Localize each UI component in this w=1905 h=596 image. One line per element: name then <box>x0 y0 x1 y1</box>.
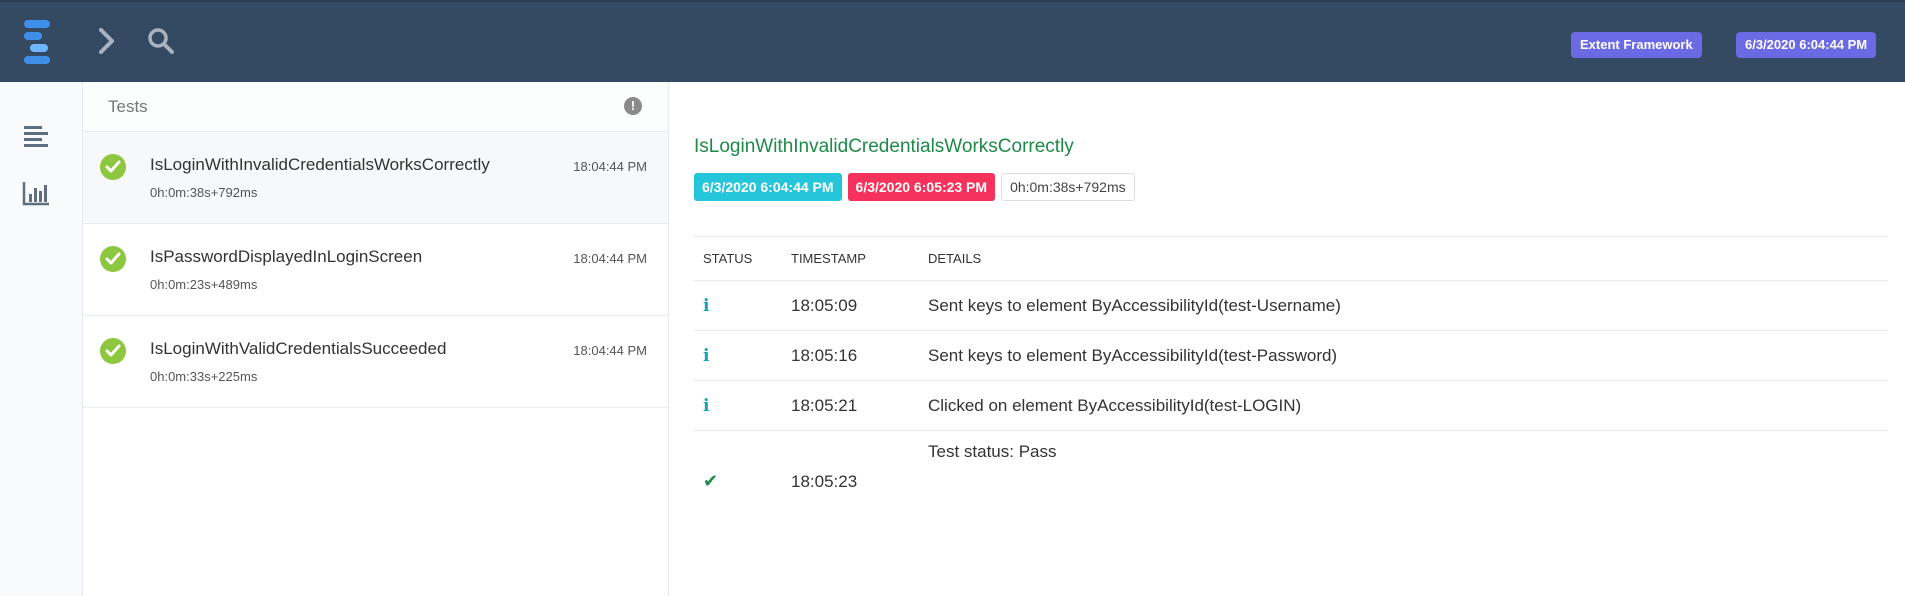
test-list-header: Tests ! <box>83 82 668 132</box>
detail-badges: 6/3/2020 6:04:44 PM 6/3/2020 6:05:23 PM … <box>694 173 1135 201</box>
test-item[interactable]: IsLoginWithInvalidCredentialsWorksCorrec… <box>83 132 668 224</box>
log-details: Sent keys to element ByAccessibilityId(t… <box>919 280 1888 331</box>
column-header-details: DETAILS <box>919 236 1888 281</box>
log-details: Test status: Pass <box>928 441 1057 461</box>
table-row: ✔ 18:05:23 Test status: Pass <box>694 431 1888 505</box>
log-table-header: STATUS TIMESTAMP DETAILS <box>694 236 1888 281</box>
log-details: Sent keys to element ByAccessibilityId(t… <box>919 330 1888 381</box>
side-nav <box>0 82 83 596</box>
test-duration: 0h:0m:33s+225ms <box>150 369 258 384</box>
framework-badge: Extent Framework <box>1571 32 1702 58</box>
pass-check-icon <box>100 338 126 364</box>
column-header-timestamp: TIMESTAMP <box>782 236 919 281</box>
report-date-badge: 6/3/2020 6:04:44 PM <box>1736 32 1877 58</box>
log-timestamp: 18:05:21 <box>782 380 919 431</box>
search-icon[interactable] <box>146 26 176 56</box>
table-row: i 18:05:09 Sent keys to element ByAccess… <box>694 280 1888 331</box>
chart-bar-icon[interactable] <box>22 180 50 206</box>
test-duration: 0h:0m:38s+792ms <box>150 185 258 200</box>
test-name: IsLoginWithInvalidCredentialsWorksCorrec… <box>150 155 490 174</box>
chevron-right-icon[interactable] <box>96 26 118 56</box>
log-table: STATUS TIMESTAMP DETAILS i 18:05:09 Sent… <box>694 236 1888 505</box>
log-details: Clicked on element ByAccessibilityId(tes… <box>919 380 1888 431</box>
pass-check-icon <box>100 154 126 180</box>
test-item[interactable]: IsPasswordDisplayedInLoginScreen 0h:0m:2… <box>83 224 668 316</box>
dashboard-list-icon[interactable] <box>22 123 50 149</box>
top-navbar: Extent Framework 6/3/2020 6:04:44 PM <box>0 0 1905 82</box>
test-duration: 0h:0m:23s+489ms <box>150 277 258 292</box>
pass-check-icon: ✔ <box>703 471 719 492</box>
extent-logo-icon[interactable] <box>22 20 58 64</box>
test-detail-panel: IsLoginWithInvalidCredentialsWorksCorrec… <box>670 82 1905 596</box>
column-header-status: STATUS <box>694 236 782 281</box>
duration-badge: 0h:0m:38s+792ms <box>1001 173 1135 201</box>
test-name: IsLoginWithValidCredentialsSucceeded <box>150 339 447 358</box>
table-row: i 18:05:21 Clicked on element ByAccessib… <box>694 380 1888 431</box>
test-item[interactable]: IsLoginWithValidCredentialsSucceeded 0h:… <box>83 316 668 408</box>
info-icon: i <box>703 395 710 416</box>
log-timestamp: 18:05:16 <box>782 330 919 381</box>
test-name: IsPasswordDisplayedInLoginScreen <box>150 247 423 266</box>
alert-icon[interactable]: ! <box>624 97 642 115</box>
detail-title: IsLoginWithInvalidCredentialsWorksCorrec… <box>694 136 1074 157</box>
test-list-panel: Tests ! IsLoginWithInvalidCredentialsWor… <box>83 82 669 596</box>
start-time-badge: 6/3/2020 6:04:44 PM <box>694 173 842 201</box>
test-time: 18:04:44 PM <box>573 251 647 266</box>
info-icon: i <box>703 295 710 316</box>
test-list-title: Tests <box>108 97 148 116</box>
end-time-badge: 6/3/2020 6:05:23 PM <box>847 173 996 201</box>
log-timestamp: 18:05:23 <box>791 471 858 491</box>
test-time: 18:04:44 PM <box>573 159 647 174</box>
log-timestamp: 18:05:09 <box>782 280 919 331</box>
info-icon: i <box>703 345 710 366</box>
table-row: i 18:05:16 Sent keys to element ByAccess… <box>694 330 1888 381</box>
test-time: 18:04:44 PM <box>573 343 647 358</box>
pass-check-icon <box>100 246 126 272</box>
